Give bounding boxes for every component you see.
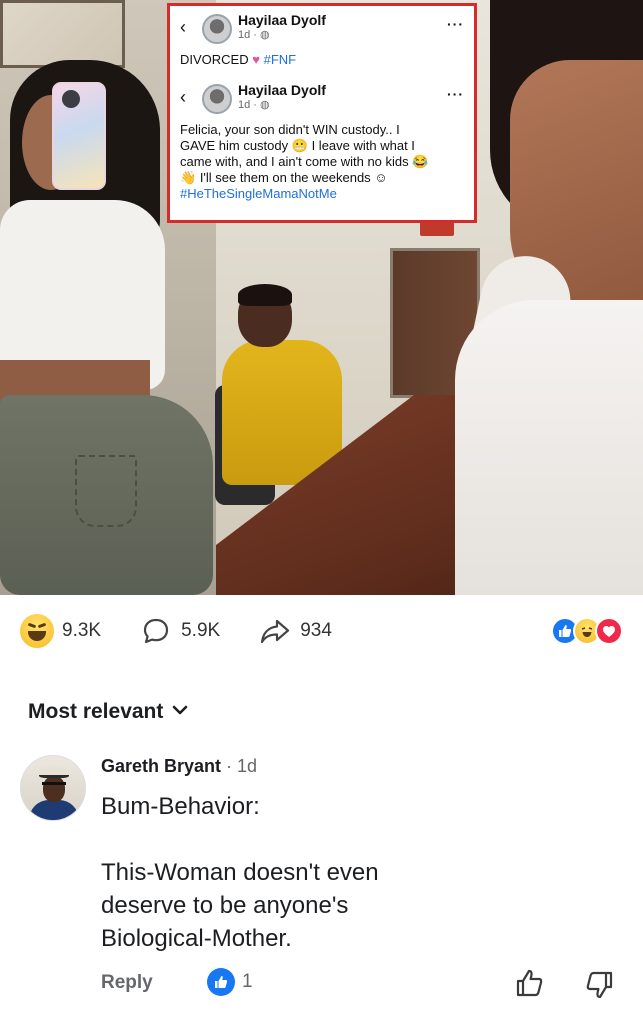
- avatar[interactable]: [20, 755, 86, 821]
- reply-button[interactable]: Reply: [101, 972, 153, 994]
- right-woman-white-top: [455, 300, 643, 595]
- embedded-post-text-2: Felicia, your son didn't WIN custody.. I…: [180, 122, 466, 202]
- share-count[interactable]: 934: [258, 614, 332, 648]
- back-arrow-icon: ‹: [180, 87, 186, 107]
- comment-like-count[interactable]: 1: [207, 968, 253, 996]
- comment-author[interactable]: Gareth Bryant: [101, 756, 221, 777]
- reaction-summary[interactable]: [551, 617, 623, 645]
- embedded-post-header-2: ‹ Hayilaa Dyolf 1d · ◍ ···: [180, 82, 466, 122]
- globe-icon: ◍: [260, 99, 270, 111]
- waving-hand-emoji-icon: 👋: [180, 170, 197, 185]
- exit-sign: [420, 222, 454, 236]
- embedded-post-author: Hayilaa Dyolf: [238, 82, 326, 98]
- jeans-pocket: [75, 455, 137, 527]
- comment-bubble-icon: [139, 614, 173, 648]
- comment-header: Gareth Bryant · 1d: [101, 756, 257, 777]
- laughing-emoji-icon: 😂: [412, 154, 429, 169]
- hashtag-single-mama: #HeTheSingleMamaNotMe: [180, 186, 337, 201]
- embedded-post-screenshot: ‹ Hayilaa Dyolf 1d · ◍ ··· DIVORCED ♥ #F…: [167, 3, 477, 223]
- embedded-post-time: 1d · ◍: [238, 99, 270, 111]
- relieved-emoji-icon: ☺: [374, 170, 388, 185]
- comment-text: Bum-Behavior: This-Woman doesn't even de…: [101, 793, 379, 952]
- sort-label: Most relevant: [28, 700, 164, 723]
- phone-camera: [62, 90, 80, 108]
- love-reaction-icon: [595, 617, 623, 645]
- avatar: [202, 84, 232, 114]
- comment-sort-dropdown[interactable]: Most relevant: [28, 700, 189, 724]
- back-arrow-icon: ‹: [180, 17, 186, 37]
- comment-time: · 1d: [226, 756, 258, 776]
- thumbs-up-icon[interactable]: [514, 968, 544, 1003]
- post-photo[interactable]: ‹ Hayilaa Dyolf 1d · ◍ ··· DIVORCED ♥ #F…: [0, 0, 643, 595]
- comment-count-label: 5.9K: [181, 620, 221, 641]
- man-hair: [238, 284, 292, 306]
- embedded-post-time: 1d · ◍: [238, 29, 270, 41]
- share-arrow-icon: [258, 614, 292, 648]
- embedded-post-text-1: DIVORCED ♥ #FNF: [180, 52, 297, 67]
- wall-picture-frame: [0, 0, 125, 68]
- embedded-post-author: Hayilaa Dyolf: [238, 12, 326, 28]
- comment-actions: Reply 1: [0, 968, 643, 1000]
- more-options-icon: ···: [447, 16, 464, 32]
- embedded-post-header-1: ‹ Hayilaa Dyolf 1d · ◍ ···: [180, 12, 466, 52]
- hashtag-fnf: #FNF: [263, 52, 297, 67]
- globe-icon: ◍: [260, 29, 270, 41]
- phone-in-hand: [52, 82, 106, 190]
- thumbs-down-icon[interactable]: [585, 970, 615, 1005]
- reaction-count-label: 9.3K: [62, 620, 102, 641]
- comment-count[interactable]: 5.9K: [139, 614, 220, 648]
- avatar: [202, 14, 232, 44]
- comment-like-number: 1: [242, 971, 253, 992]
- share-count-label: 934: [300, 620, 332, 641]
- pink-heart-icon: ♥: [252, 52, 260, 67]
- reaction-count[interactable]: 9.3K: [20, 614, 101, 648]
- haha-icon: [20, 614, 54, 648]
- more-options-icon: ···: [447, 86, 464, 102]
- post-stats-bar: 9.3K 5.9K 934: [0, 605, 643, 657]
- like-reaction-icon: [207, 968, 235, 996]
- chevron-down-icon: [171, 703, 189, 722]
- grimace-emoji-icon: 😬: [291, 138, 308, 153]
